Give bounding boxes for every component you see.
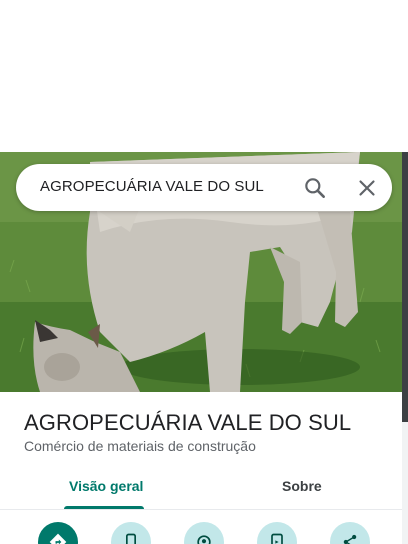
place-panel: AGROPECUÁRIA VALE DO SUL AGROPECUÁRIA VA… (0, 152, 408, 544)
share-button[interactable] (330, 522, 370, 544)
tab-overview[interactable]: Visão geral (69, 478, 143, 494)
scrollbar[interactable] (402, 152, 408, 544)
place-photo[interactable]: AGROPECUÁRIA VALE DO SUL (0, 152, 402, 392)
send-to-phone-icon (271, 533, 283, 544)
scrollbar-thumb[interactable] (402, 152, 408, 422)
place-category[interactable]: Comércio de materiais de construção (24, 438, 256, 454)
phone-icon (126, 533, 136, 544)
share-icon (343, 534, 357, 544)
send-to-phone-button[interactable] (257, 522, 297, 544)
search-icon[interactable] (302, 175, 328, 201)
place-info: AGROPECUÁRIA VALE DO SUL Comércio de mat… (0, 392, 402, 544)
tab-bar: Visão geral Sobre (0, 468, 402, 510)
nearby-button[interactable] (184, 522, 224, 544)
nearby-icon (197, 535, 211, 544)
tab-selected-indicator (64, 506, 144, 509)
search-input[interactable]: AGROPECUÁRIA VALE DO SUL (40, 178, 264, 195)
directions-button[interactable] (38, 522, 78, 544)
search-bar[interactable]: AGROPECUÁRIA VALE DO SUL (16, 164, 392, 211)
phone-button[interactable] (111, 522, 151, 544)
tab-about[interactable]: Sobre (282, 478, 322, 494)
action-buttons (0, 522, 402, 544)
blank-area (0, 0, 408, 152)
place-title: AGROPECUÁRIA VALE DO SUL (24, 410, 352, 435)
directions-icon (49, 533, 67, 544)
close-icon[interactable] (354, 175, 380, 201)
